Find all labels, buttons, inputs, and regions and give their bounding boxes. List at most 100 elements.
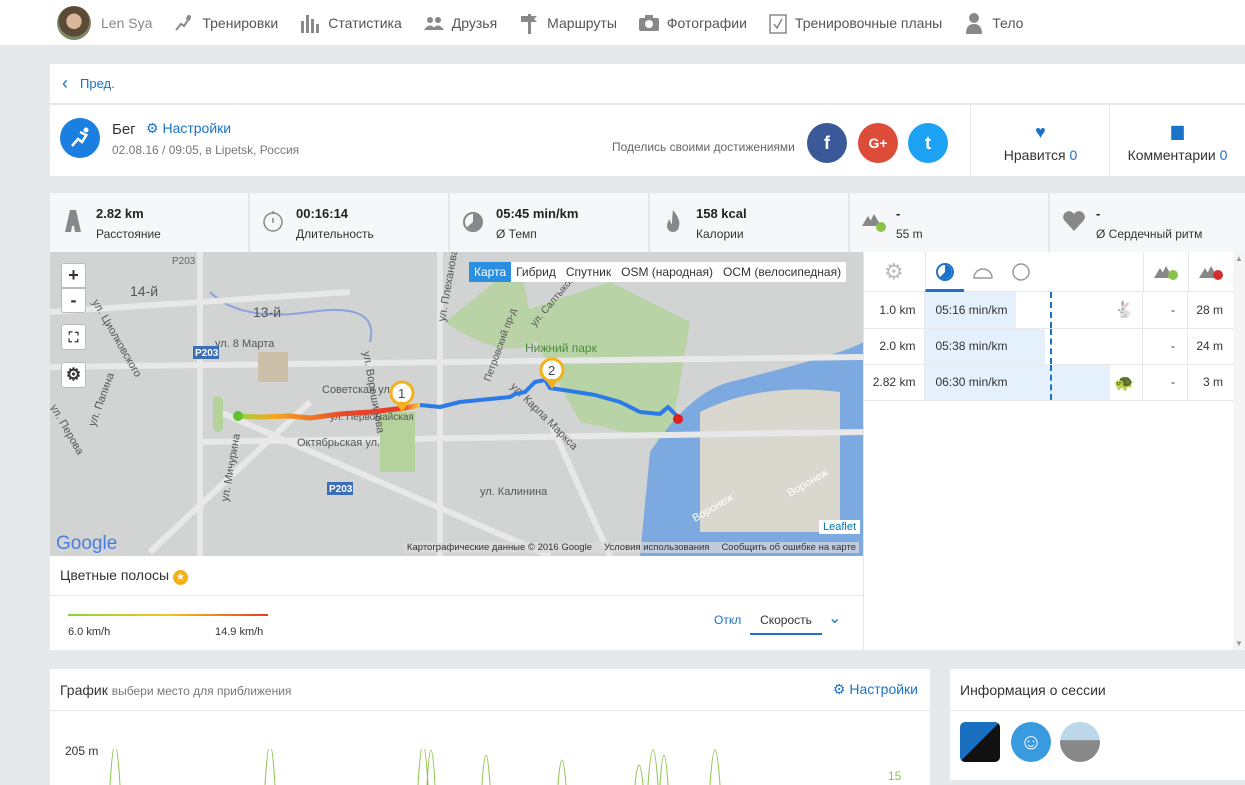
svg-text:Советская ул.: Советская ул. — [322, 384, 393, 396]
nav-body[interactable]: Тело — [964, 12, 1023, 34]
gear-icon: ⚙ — [146, 120, 159, 136]
map-type-map[interactable]: Карта — [469, 262, 512, 282]
nav-statistics[interactable]: Статистика — [300, 13, 402, 33]
end-point — [673, 414, 683, 424]
svg-text:Р203: Р203 — [195, 348, 219, 359]
avatar[interactable] — [57, 5, 91, 40]
tab-pace[interactable] — [925, 252, 964, 292]
heart-icon — [1063, 211, 1085, 231]
signpost-icon — [521, 13, 538, 34]
top-nav: Len Sya Тренировки Статистика Друзья Мар… — [0, 0, 1245, 45]
graph-settings-link[interactable]: ⚙ Настройки — [833, 681, 918, 698]
chevron-left-icon[interactable]: ‹ — [62, 73, 68, 94]
gear-icon: ⚙ — [65, 365, 82, 384]
map-type-satellite[interactable]: Спутник — [560, 262, 617, 282]
stat-distance: 2.82 km Расстояние — [50, 193, 249, 252]
map-attribution: Картографические данные © 2016 Google Ус… — [403, 542, 859, 553]
stopwatch-icon — [263, 211, 283, 232]
lap-settings-icon[interactable]: ⚙ — [884, 259, 904, 285]
svg-text:Р203: Р203 — [172, 256, 196, 267]
map-settings-button[interactable]: ⚙ — [61, 362, 86, 388]
lap-elevation-up: - — [1142, 364, 1189, 401]
turtle-icon: 🐢 — [1114, 374, 1135, 392]
lap-distance: 2.82 km — [864, 364, 926, 401]
comments-button[interactable]: ▆ Комментарии 0 — [1109, 105, 1245, 176]
zoom-in-button[interactable]: + — [61, 263, 86, 288]
tab-time[interactable] — [1010, 260, 1032, 285]
stat-elevation: -55 m — [850, 193, 1049, 252]
scrollbar[interactable]: ▲ ▼ — [1233, 252, 1245, 650]
stat-pace: 05:45 min/km Ø Темп — [450, 193, 649, 252]
zoom-out-button[interactable]: - — [61, 288, 86, 313]
stat-duration: 00:16:14 Длительность — [250, 193, 449, 252]
color-stripes-panel: Цветные полосы ★ 6.0 km/h 14.9 km/h Откл… — [50, 556, 863, 650]
heart-icon: ♥ — [1035, 122, 1046, 142]
graph-title: График — [60, 682, 108, 698]
stat-calories: 158 kcal Калории — [650, 193, 849, 252]
comment-icon: ▆ — [1171, 123, 1184, 140]
svg-text:ул. Калинина: ул. Калинина — [480, 486, 548, 498]
lap-elevation-up: - — [1142, 292, 1189, 329]
svg-text:Октябрьская ул.: Октябрьская ул. — [297, 437, 380, 449]
svg-text:13-й: 13-й — [253, 304, 281, 320]
nav-photos[interactable]: Фотографии — [638, 14, 747, 31]
back-bar: ‹ Пред. — [50, 64, 1245, 104]
leaflet-link[interactable]: Leaflet — [818, 520, 860, 534]
fullscreen-button[interactable]: ⛶ — [61, 324, 86, 350]
pace-icon — [463, 212, 483, 232]
terms-link[interactable]: Условия использования — [604, 542, 709, 553]
twitter-share-button[interactable]: t — [908, 123, 948, 163]
fullscreen-icon: ⛶ — [68, 328, 79, 345]
stopwatch-icon — [1012, 263, 1030, 281]
elevation-graph[interactable] — [50, 749, 930, 785]
svg-text:Нижний парк: Нижний парк — [525, 341, 598, 355]
tab-speed[interactable] — [972, 260, 994, 285]
stat-heart-rate: -Ø Сердечный ритм — [1050, 193, 1245, 252]
road-surface-icon — [1060, 722, 1100, 762]
lap-row[interactable]: 2.0 km 05:38 min/km - 24 m — [864, 328, 1234, 365]
pace-icon — [936, 263, 954, 281]
like-button[interactable]: ♥ Нравится 0 — [970, 105, 1110, 176]
facebook-share-button[interactable]: f — [807, 123, 847, 163]
gear-icon: ⚙ — [832, 681, 846, 697]
elevation-up-icon — [1143, 252, 1188, 292]
report-error-link[interactable]: Сообщить об ошибке на карте — [721, 542, 856, 553]
stripes-off-option[interactable]: Откл — [714, 613, 741, 627]
person-icon — [966, 12, 983, 34]
elevation-down-icon — [1188, 252, 1234, 292]
lap-row[interactable]: 2.82 km 06:30 min/km 🐢 - 3 m — [864, 364, 1234, 401]
lap-distance: 2.0 km — [864, 328, 926, 365]
running-icon — [175, 14, 192, 31]
svg-text:ул. Перова: ул. Перова — [50, 403, 86, 458]
speedometer-icon — [973, 268, 993, 279]
user-name[interactable]: Len Sya — [101, 15, 152, 31]
activity-type: Бег — [112, 121, 136, 138]
activity-header: Бег ⚙ Настройки 02.08.16 / 09:05, в Lipe… — [50, 105, 1245, 176]
lap-elevation-down: 28 m — [1187, 292, 1234, 329]
run-type-icon — [60, 118, 100, 158]
back-link[interactable]: Пред. — [80, 76, 115, 91]
share-text: Поделись своими достижениями — [612, 140, 795, 154]
lap-elevation-down: 24 m — [1187, 328, 1234, 365]
stripes-speed-option[interactable]: Скорость — [750, 606, 822, 635]
nav-workouts[interactable]: Тренировки — [172, 14, 278, 32]
map[interactable]: 14-й 13-й Советская ул. Октябрьская ул. … — [50, 252, 863, 556]
google-logo: Google — [56, 533, 117, 554]
map-type-osm[interactable]: OSM (народная) — [616, 262, 718, 282]
google-plus-share-button[interactable]: G+ — [858, 123, 898, 163]
lap-elevation-down: 3 m — [1187, 364, 1234, 401]
svg-text:1: 1 — [398, 386, 405, 401]
chevron-down-icon[interactable]: ⌄ — [828, 608, 841, 628]
nav-routes[interactable]: Маршруты — [519, 12, 617, 34]
nav-friends[interactable]: Друзья — [423, 15, 497, 31]
activity-settings-link[interactable]: ⚙ Настройки — [146, 120, 231, 137]
map-type-hybrid[interactable]: Гибрид — [511, 262, 561, 282]
nav-training-plans[interactable]: Тренировочные планы — [769, 12, 942, 34]
lap-row[interactable]: 1.0 km 05:16 min/km 🐇 - 28 m — [864, 292, 1234, 329]
map-type-ocm[interactable]: OCM (велосипедная) — [718, 262, 847, 282]
bar-chart-icon — [301, 14, 320, 33]
session-info-title: Информация о сессии — [950, 669, 1245, 711]
lap-distance: 1.0 km — [864, 292, 926, 329]
clipboard-icon — [769, 13, 787, 34]
svg-text:ул. Папина: ул. Папина — [87, 370, 118, 428]
